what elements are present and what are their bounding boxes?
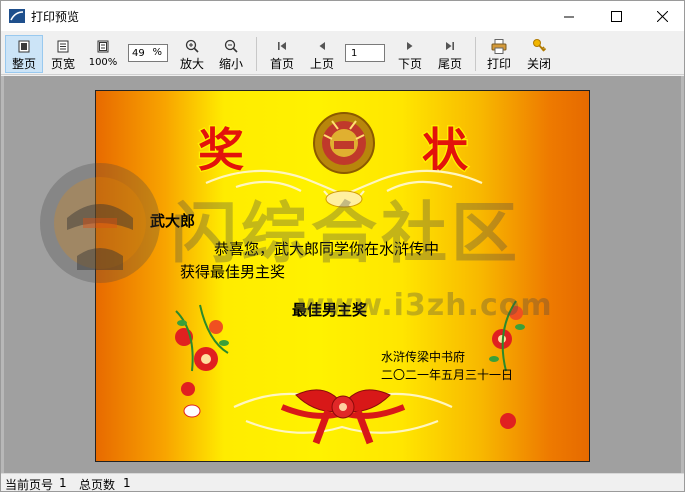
zoom-value: 49 xyxy=(132,47,145,59)
close-window-button[interactable] xyxy=(639,1,685,31)
prev-page-icon xyxy=(314,38,330,54)
zoom-out-icon xyxy=(223,38,239,54)
print-label: 打印 xyxy=(486,57,511,71)
toolbar: 整页 页宽 100% 49 % 放大 缩小 首页 上页 1 下页 尾页 打印 关… xyxy=(1,31,684,75)
red-ribbon-bow xyxy=(280,389,406,445)
preview-area[interactable]: 奖 状 武大郎 恭喜您，武大郎同学你在水浒传中 获得最佳男主奖 最佳男主奖 水浒… xyxy=(1,76,684,473)
page-width-label: 页宽 xyxy=(50,57,75,71)
current-page-label: 当前页号 xyxy=(5,478,54,492)
title-bar: 打印预览 xyxy=(1,1,684,31)
app-icon xyxy=(9,9,25,23)
whole-page-button[interactable]: 整页 xyxy=(5,35,43,73)
last-page-icon xyxy=(442,38,458,54)
status-bar: 当前页号 1 总页数 1 xyxy=(1,473,684,492)
zoom-out-button[interactable]: 缩小 xyxy=(214,35,248,73)
next-page-label: 下页 xyxy=(397,57,422,71)
right-flower-ornament xyxy=(489,300,525,429)
right-border xyxy=(681,76,684,473)
zoom-in-label: 放大 xyxy=(179,57,204,71)
total-pages-value: 1 xyxy=(123,476,131,490)
left-border xyxy=(1,76,4,473)
recipient-name: 武大郎 xyxy=(150,212,196,230)
issuer-name: 水浒传梁中书府 xyxy=(381,350,466,364)
minimize-button[interactable] xyxy=(546,1,592,31)
first-page-icon xyxy=(274,38,290,54)
certificate-body-line1: 恭喜您，武大郎同学你在水浒传中 xyxy=(214,240,440,258)
page-width-icon xyxy=(55,38,71,54)
close-preview-label: 关闭 xyxy=(526,57,551,71)
close-preview-button[interactable]: 关闭 xyxy=(522,35,556,73)
last-page-label: 尾页 xyxy=(437,57,462,71)
page-number-input[interactable]: 1 xyxy=(345,44,385,62)
page-width-button[interactable]: 页宽 xyxy=(46,35,80,73)
zoom-out-label: 缩小 xyxy=(218,57,243,71)
key-close-icon xyxy=(531,38,547,54)
scroll-center-shell xyxy=(325,190,363,208)
prev-page-button[interactable]: 上页 xyxy=(305,35,339,73)
minimize-icon xyxy=(563,16,574,17)
prev-page-label: 上页 xyxy=(309,57,334,71)
zoom-in-icon xyxy=(184,38,200,54)
printer-icon xyxy=(491,38,507,54)
close-icon xyxy=(656,10,668,22)
whole-page-label: 整页 xyxy=(11,57,36,71)
page-number-value: 1 xyxy=(351,47,358,59)
zoom-in-button[interactable]: 放大 xyxy=(175,35,209,73)
title-char-1: 奖 xyxy=(198,123,244,177)
window-title: 打印预览 xyxy=(31,10,80,24)
actual-size-icon xyxy=(95,38,111,54)
zoom-unit: % xyxy=(152,47,162,58)
certificate-artwork: 奖 状 xyxy=(175,112,525,445)
award-title: 最佳男主奖 xyxy=(292,301,368,319)
next-page-icon xyxy=(402,38,418,54)
issue-date: 二〇二一年五月三十一日 xyxy=(381,368,514,382)
toolbar-separator xyxy=(256,37,257,71)
title-char-2: 状 xyxy=(422,123,469,177)
hundred-percent-button[interactable]: 100% xyxy=(85,35,121,73)
next-page-button[interactable]: 下页 xyxy=(393,35,427,73)
print-preview-window: 打印预览 整页 页宽 100% 49 % 放大 缩小 首页 上页 1 下页 尾页… xyxy=(0,0,685,492)
maximize-icon xyxy=(610,10,622,22)
national-emblem-icon xyxy=(313,112,375,174)
certificate-body-line2: 获得最佳男主奖 xyxy=(180,263,286,281)
certificate-page: 奖 状 武大郎 恭喜您，武大郎同学你在水浒传中 获得最佳男主奖 最佳男主奖 水浒… xyxy=(95,90,590,462)
total-pages-label: 总页数 xyxy=(79,478,116,492)
first-page-button[interactable]: 首页 xyxy=(265,35,299,73)
maximize-button[interactable] xyxy=(593,1,639,31)
hundred-percent-label: 100% xyxy=(88,57,118,68)
zoom-input[interactable]: 49 % xyxy=(128,44,168,62)
toolbar-separator xyxy=(475,37,476,71)
whole-page-icon xyxy=(16,39,32,54)
print-button[interactable]: 打印 xyxy=(482,35,516,73)
first-page-label: 首页 xyxy=(269,57,294,71)
current-page-value: 1 xyxy=(59,476,67,490)
left-flower-ornament xyxy=(175,304,229,418)
last-page-button[interactable]: 尾页 xyxy=(433,35,467,73)
